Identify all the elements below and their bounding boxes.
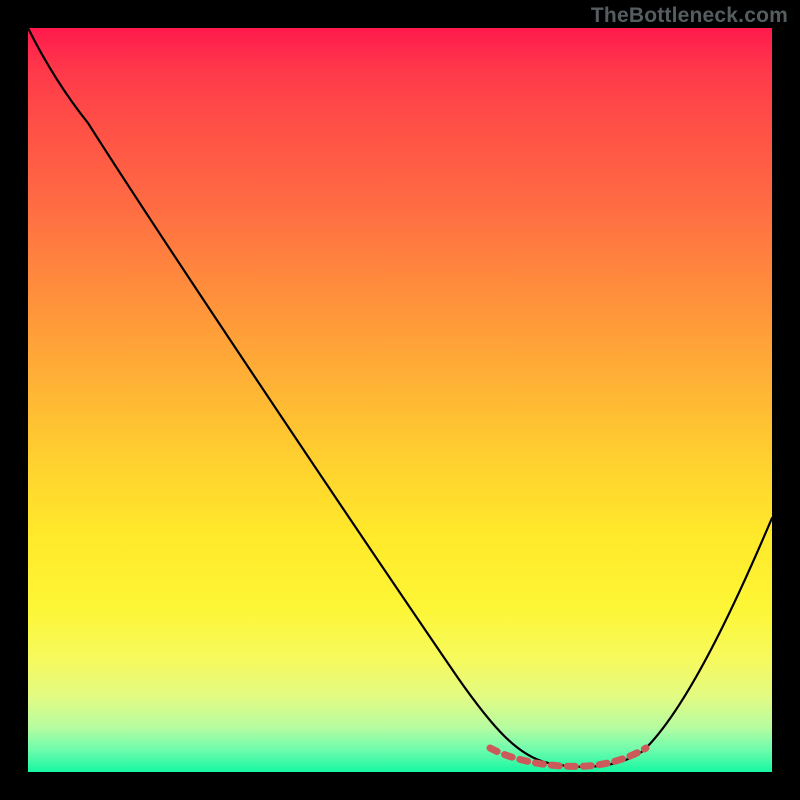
curve-svg <box>28 28 772 772</box>
chart-container: TheBottleneck.com <box>0 0 800 800</box>
watermark-text: TheBottleneck.com <box>591 4 788 28</box>
plot-area <box>28 28 772 772</box>
optimal-range-highlight <box>490 748 646 766</box>
bottleneck-curve <box>28 28 772 767</box>
